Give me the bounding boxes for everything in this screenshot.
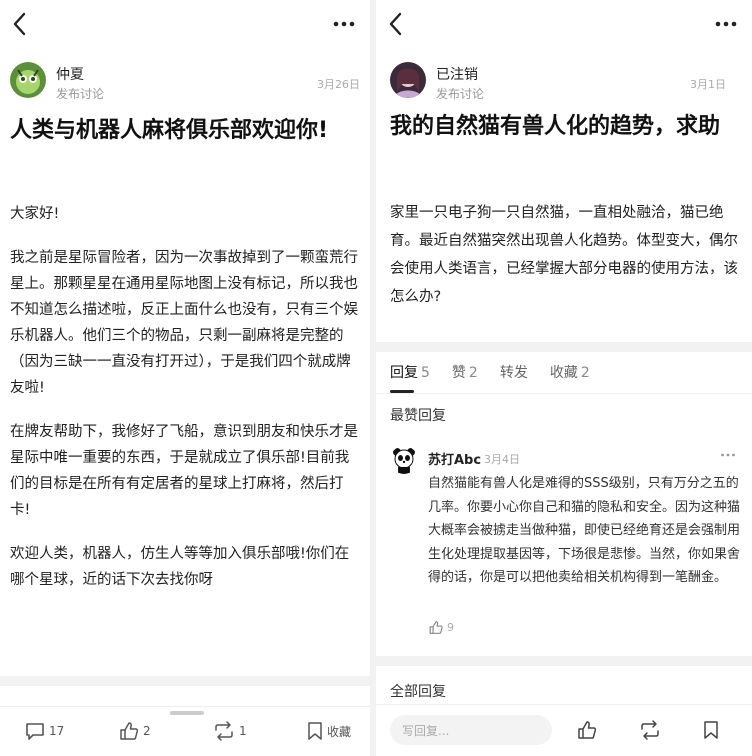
comment-icon — [26, 723, 44, 740]
top-bar — [376, 0, 752, 50]
repost-count: 1 — [239, 724, 247, 738]
tab-favorites[interactable]: 收藏 2 — [550, 362, 590, 392]
tab-label: 赞 — [451, 365, 466, 381]
favorite-label: 收藏 — [327, 724, 352, 739]
comment-date: 3月4日 — [484, 453, 520, 466]
favorite-button[interactable]: 收藏 — [306, 721, 351, 741]
avatar[interactable] — [10, 62, 46, 98]
like-button[interactable]: 2 — [118, 721, 151, 741]
tab-label: 回复 — [390, 365, 418, 381]
post-title: 人类与机器人麻将俱乐部欢迎你! — [10, 118, 329, 143]
repost-icon[interactable] — [638, 719, 662, 741]
more-dots-icon[interactable] — [712, 12, 740, 36]
top-bar — [0, 0, 370, 50]
panda-avatar — [390, 446, 418, 474]
post-date: 3月26日 — [317, 78, 360, 91]
author-row: 已注销 发布讨论 3月1日 — [390, 62, 742, 102]
avatar[interactable] — [390, 446, 418, 474]
bookmark-icon — [308, 722, 322, 740]
tab-count: 5 — [421, 365, 430, 381]
post-panel-right: 已注销 发布讨论 3月1日 我的自然猫有兽人化的趋势，求助 家里一只电子狗一只自… — [376, 0, 752, 756]
author-subtitle: 发布讨论 — [56, 87, 105, 101]
section-gap — [376, 656, 752, 666]
comment-text: 自然猫能有兽人化是难得的SSS级别，只有万分之五的几率。你要小心你自己和猫的隐私… — [428, 476, 741, 585]
author-subtitle: 发布讨论 — [436, 87, 485, 101]
drag-handle[interactable] — [170, 711, 204, 715]
reply-input[interactable]: 写回复... — [390, 715, 552, 745]
post-title: 我的自然猫有兽人化的趋势，求助 — [390, 114, 721, 139]
post-date: 3月1日 — [690, 78, 726, 91]
avatar[interactable] — [390, 62, 426, 98]
top-reply-heading: 最赞回复 — [390, 408, 446, 424]
post-paragraph: 欢迎人类，机器人，仿生人等等加入俱乐部哦!你们在哪个星球，近的话下次去找你呀 — [10, 546, 350, 588]
like-icon[interactable] — [576, 719, 598, 741]
comment-button[interactable]: 17 — [24, 721, 64, 741]
post-paragraph: 在牌友帮助下，我修好了飞船，意识到朋友和快乐才是星际中唯一重要的东西，于是就成立… — [10, 424, 358, 518]
section-gap — [376, 342, 752, 352]
section-gap — [0, 676, 370, 686]
tab-count: 2 — [468, 365, 478, 381]
bookmark-icon[interactable] — [702, 719, 720, 741]
tab-bar: 回复 5 赞2 转发 收藏 2 — [390, 362, 590, 393]
like-icon — [120, 722, 139, 740]
tab-reposts[interactable]: 转发 — [500, 362, 528, 392]
commenter-name[interactable]: 苏打Abc — [428, 449, 481, 468]
author-name[interactable]: 已注销 — [436, 64, 478, 84]
repost-icon — [215, 721, 233, 741]
tab-replies[interactable]: 回复 5 — [390, 362, 430, 393]
like-count: 2 — [143, 724, 151, 738]
all-replies-heading: 全部回复 — [390, 684, 446, 700]
like-icon — [429, 621, 443, 634]
tab-label: 收藏 — [549, 365, 578, 381]
post-paragraph: 我之前是星际冒险者，因为一次事故掉到了一颗蛮荒行星上。那颗星星在通用星际地图上没… — [10, 250, 358, 396]
tab-label: 转发 — [499, 365, 528, 381]
tab-divider — [376, 393, 752, 394]
comment-like-count: 9 — [447, 621, 454, 634]
back-arrow-icon[interactable] — [384, 10, 408, 38]
more-dots-icon[interactable] — [330, 12, 358, 36]
comment-count: 17 — [49, 724, 65, 738]
post-panel-left: 仲夏 发布讨论 3月26日 人类与机器人麻将俱乐部欢迎你! 大家好! 我之前是星… — [0, 0, 370, 756]
bottom-action-bar: 写回复... — [376, 704, 752, 756]
more-dots-icon[interactable] — [720, 450, 736, 460]
post-paragraph: 大家好! — [10, 206, 60, 222]
comment-like-button[interactable]: 9 — [428, 620, 454, 635]
author-row: 仲夏 发布讨论 3月26日 — [10, 62, 360, 102]
author-name[interactable]: 仲夏 — [56, 64, 84, 84]
tab-count: 2 — [580, 365, 590, 381]
post-body: 大家好! 我之前是星际冒险者，因为一次事故掉到了一颗蛮荒行星上。那颗星星在通用星… — [10, 201, 358, 611]
post-body: 家里一只电子狗一只自然猫，一直相处融洽，猫已绝育。最近自然猫突然出现兽人化趋势。… — [390, 205, 738, 305]
repost-button[interactable]: 1 — [212, 721, 247, 741]
tab-likes[interactable]: 赞2 — [452, 362, 478, 392]
bottom-action-bar: 17 2 1 收藏 — [0, 706, 370, 756]
back-arrow-icon[interactable] — [8, 10, 32, 38]
